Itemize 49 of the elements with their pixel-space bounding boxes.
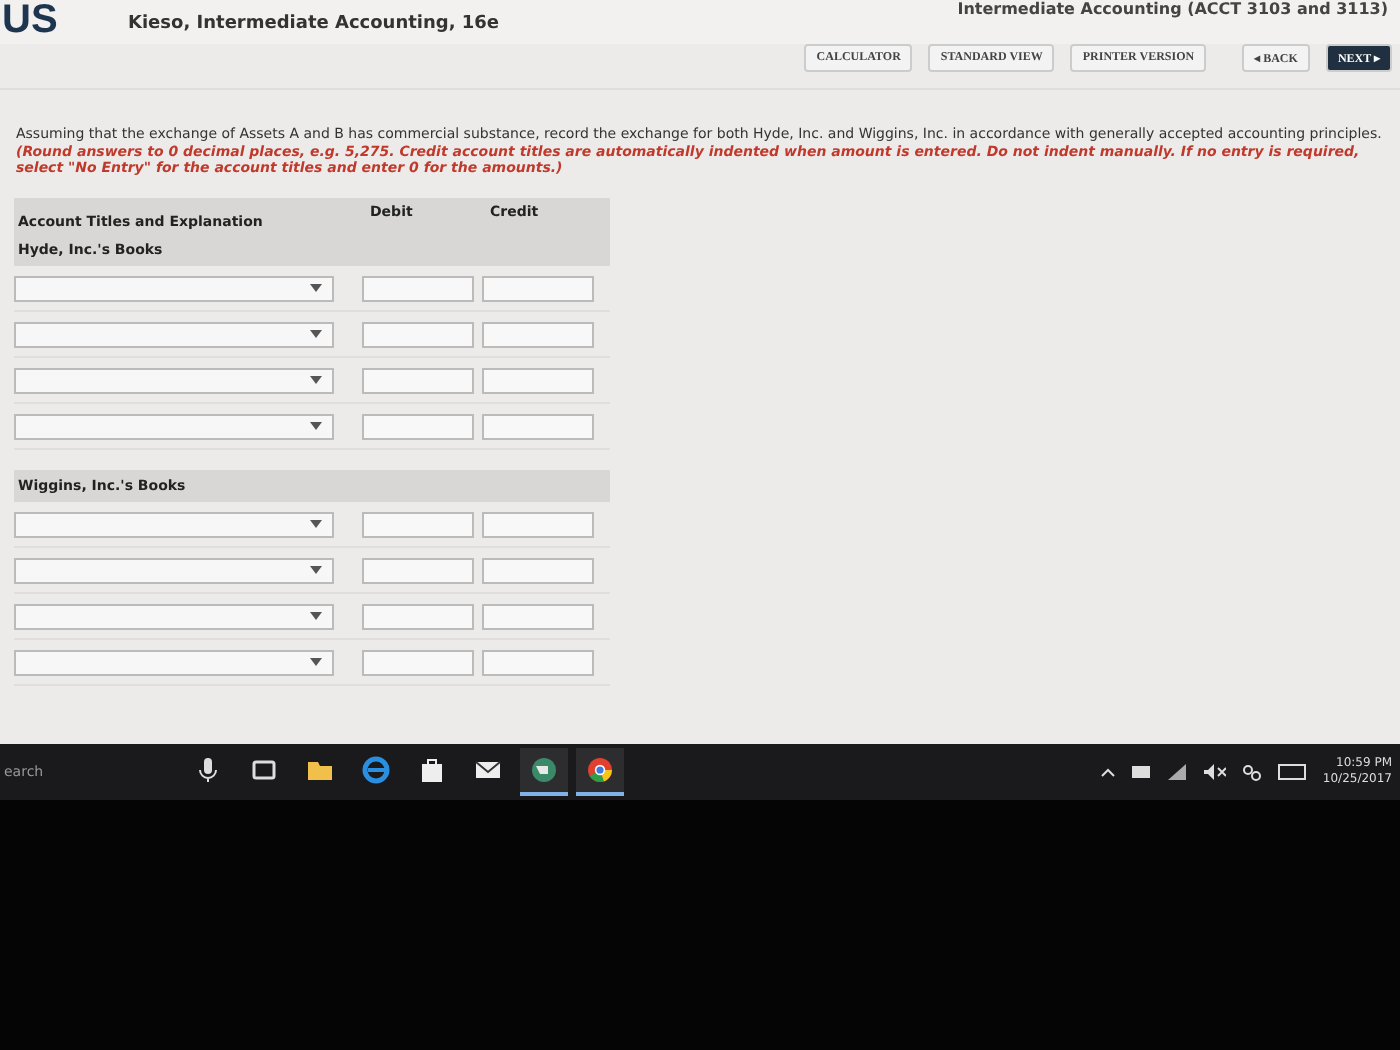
course-title: Intermediate Accounting (ACCT 3103 and 3113) [957, 0, 1388, 18]
keyboard-icon[interactable] [1278, 764, 1307, 780]
e-letter-icon[interactable] [362, 756, 390, 784]
account-dropdown[interactable] [14, 557, 334, 583]
debit-field[interactable] [362, 367, 474, 393]
debit-field[interactable] [362, 413, 474, 439]
debit-field[interactable] [362, 321, 474, 347]
folder-icon[interactable] [306, 756, 334, 784]
credit-field[interactable] [482, 413, 594, 439]
debit-field[interactable] [362, 557, 474, 583]
caret-icon [310, 422, 322, 430]
caret-icon [310, 330, 322, 338]
caret-icon [310, 612, 322, 620]
chrome-icon[interactable] [586, 756, 614, 784]
envelope-icon[interactable] [474, 756, 502, 784]
debit-field[interactable] [362, 649, 474, 675]
globe-icon[interactable] [530, 756, 558, 784]
account-dropdown[interactable] [14, 511, 334, 537]
shopping-bag-icon[interactable] [418, 756, 446, 784]
credit-field[interactable] [482, 367, 594, 393]
battery-icon[interactable] [1132, 766, 1153, 778]
account-dropdown[interactable] [14, 603, 334, 629]
chevron-up-icon[interactable] [1100, 766, 1117, 778]
credit-field[interactable] [482, 649, 594, 675]
debit-field[interactable] [362, 275, 474, 301]
muted-speaker-icon[interactable] [1204, 764, 1227, 780]
task-view-icon[interactable] [250, 756, 278, 784]
caret-icon [310, 284, 322, 292]
account-dropdown[interactable] [14, 321, 334, 347]
microphone-icon[interactable] [194, 756, 222, 784]
credit-field[interactable] [482, 321, 594, 347]
wifi-icon[interactable] [1168, 764, 1189, 780]
logo-text: US [2, 0, 60, 40]
book-title: Kieso, Intermediate Accounting, 16e [128, 14, 500, 34]
account-dropdown[interactable] [14, 413, 334, 439]
caret-icon [310, 376, 322, 384]
debit-field[interactable] [362, 603, 474, 629]
credit-field[interactable] [482, 511, 594, 537]
caret-icon [310, 566, 322, 574]
account-dropdown[interactable] [14, 649, 334, 675]
debit-field[interactable] [362, 511, 474, 537]
account-dropdown[interactable] [14, 275, 334, 301]
credit-field[interactable] [482, 275, 594, 301]
account-dropdown[interactable] [14, 367, 334, 393]
credit-field[interactable] [482, 557, 594, 583]
caret-icon [310, 658, 322, 666]
caret-icon [310, 520, 322, 528]
credit-field[interactable] [482, 603, 594, 629]
people-icon[interactable] [1242, 763, 1263, 781]
